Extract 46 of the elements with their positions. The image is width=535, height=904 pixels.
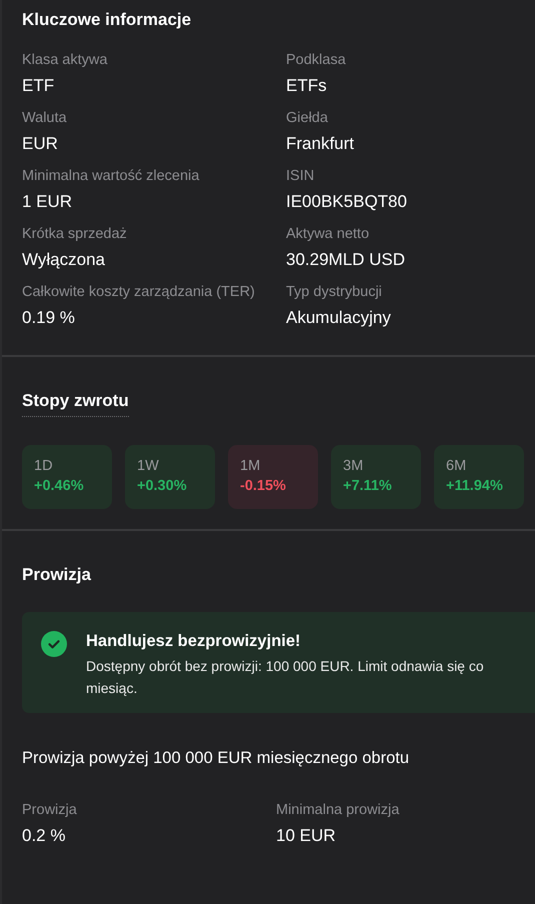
section-title: Prowizja bbox=[22, 564, 91, 586]
return-card[interactable]: 1M -0.15% bbox=[228, 445, 318, 509]
period-label: 6M bbox=[446, 457, 466, 476]
period-label: 1M bbox=[240, 457, 260, 476]
field-value: 30.29MLD USD bbox=[286, 249, 406, 271]
commission-subtitle: Prowizja powyżej 100 000 EUR miesięcznego obrotu bbox=[22, 748, 410, 769]
field-value: Akumulacyjny bbox=[286, 307, 391, 329]
notice-title: Handlujesz bezprowizyjnie! bbox=[86, 631, 301, 652]
return-card[interactable]: 6M +11.94% bbox=[434, 445, 524, 509]
section-title[interactable]: Stopy zwrotu bbox=[22, 389, 129, 417]
field-label: Podklasa bbox=[286, 51, 346, 70]
field-value: 0.19 % bbox=[22, 307, 75, 329]
return-value: +7.11% bbox=[343, 477, 392, 496]
return-value: +0.30% bbox=[137, 477, 187, 496]
field-value: ETFs bbox=[286, 75, 327, 97]
field-label: Waluta bbox=[22, 109, 67, 128]
field-label: Całkowite koszty zarządzania (TER) bbox=[22, 283, 255, 302]
field-value: Frankfurt bbox=[286, 133, 354, 155]
field-label: Minimalna wartość zlecenia bbox=[22, 167, 200, 186]
period-label: 1W bbox=[137, 457, 159, 476]
field-label: Typ dystrybucji bbox=[286, 283, 382, 302]
field-value: 0.2 % bbox=[22, 825, 66, 847]
notice-text: Dostępny obrót bez prowizji: 100 000 EUR. Limit odnawia się co miesiąc. bbox=[86, 657, 485, 698]
period-label: 1D bbox=[34, 457, 53, 476]
field-value: ETF bbox=[22, 75, 54, 97]
return-value: +11.94% bbox=[446, 477, 503, 496]
field-label: Aktywa netto bbox=[286, 225, 370, 244]
field-value: 1 EUR bbox=[22, 191, 72, 213]
return-card[interactable]: 1D +0.46% bbox=[22, 445, 112, 509]
field-label: Giełda bbox=[286, 109, 328, 128]
return-card[interactable]: 3M +7.11% bbox=[331, 445, 421, 509]
period-label: 3M bbox=[343, 457, 364, 476]
return-value: +0.46% bbox=[34, 477, 84, 496]
field-value: Wyłączona bbox=[22, 249, 105, 271]
field-value: IE00BK5BQT80 bbox=[286, 191, 407, 213]
field-value: 10 EUR bbox=[276, 825, 336, 847]
field-label: Minimalna prowizja bbox=[276, 801, 400, 820]
field-label: Klasa aktywa bbox=[22, 51, 108, 70]
field-value: EUR bbox=[22, 133, 58, 155]
field-label: Krótka sprzedaż bbox=[22, 225, 127, 244]
field-label: Prowizja bbox=[22, 801, 77, 820]
check-circle-icon bbox=[41, 631, 67, 657]
return-value: -0.15% bbox=[240, 477, 286, 496]
return-card[interactable]: 1W +0.30% bbox=[125, 445, 215, 509]
section-title: Kluczowe informacje bbox=[22, 9, 192, 31]
field-label: ISIN bbox=[286, 167, 314, 186]
